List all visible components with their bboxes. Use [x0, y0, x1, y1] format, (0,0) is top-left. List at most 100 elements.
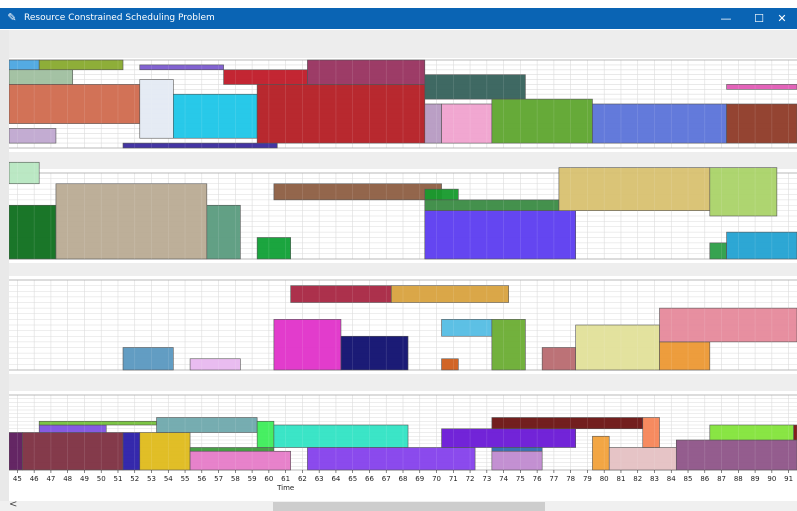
- task-bar: [189, 358, 241, 371]
- x-tick-label: 81: [616, 475, 625, 483]
- x-tick-label: 54: [164, 475, 173, 483]
- x-tick-label: 51: [114, 475, 123, 483]
- task-bar: [273, 183, 442, 201]
- x-tick-label: 62: [298, 475, 307, 483]
- task-bar: [592, 435, 610, 471]
- x-tick-label: 56: [197, 475, 206, 483]
- x-tick-label: 68: [399, 475, 408, 483]
- x-tick-label: 59: [248, 475, 257, 483]
- task-bar: [441, 103, 493, 144]
- task-bar: [139, 64, 224, 71]
- x-tick-label: 74: [499, 475, 508, 483]
- task-bar: [726, 103, 797, 144]
- task-bar: [491, 450, 543, 471]
- x-tick-label: 75: [516, 475, 525, 483]
- task-bar: [441, 358, 459, 371]
- feather-icon: ✎: [7, 11, 17, 24]
- panel-separator: [9, 374, 797, 391]
- task-bar: [340, 335, 409, 371]
- task-bar: [424, 199, 560, 211]
- x-tick-label: 71: [449, 475, 458, 483]
- x-tick-label: 88: [734, 475, 743, 483]
- task-bar: [659, 341, 711, 371]
- x-tick-label: 78: [566, 475, 575, 483]
- task-bar: [256, 420, 275, 448]
- task-bar: [173, 93, 258, 139]
- task-bar: [592, 103, 727, 144]
- x-tick-label: 63: [315, 475, 324, 483]
- x-tick-label: 73: [482, 475, 491, 483]
- minimize-button[interactable]: —: [711, 8, 741, 29]
- panel-separator: [9, 152, 797, 169]
- task-bar: [659, 307, 797, 343]
- gantt-chart: 45 46 47 48 49 50 51 52 53 54 55 56 57 58 59 60 61 62 63 64…: [8, 58, 797, 501]
- x-tick-label: 77: [549, 475, 558, 483]
- toolbar-area: [9, 30, 797, 58]
- window-title: Resource Constrained Scheduling Problem: [24, 13, 215, 23]
- x-tick-label: 72: [466, 475, 475, 483]
- task-bar: [726, 231, 797, 260]
- task-bar: [793, 424, 797, 441]
- x-tick-label: 48: [63, 475, 72, 483]
- task-bar: [8, 432, 23, 471]
- x-axis-label: Time: [276, 484, 294, 492]
- x-tick-label: 49: [80, 475, 89, 483]
- task-bar: [424, 74, 526, 100]
- title-bar: ✎ Resource Constrained Scheduling Proble…: [0, 8, 797, 29]
- scroll-left-icon[interactable]: <: [9, 499, 17, 510]
- task-bar: [441, 319, 493, 337]
- x-tick-label: 90: [767, 475, 776, 483]
- task-bar: [390, 285, 509, 303]
- task-bar: [122, 347, 174, 371]
- x-tick-label: 69: [415, 475, 424, 483]
- x-tick-label: 52: [130, 475, 139, 483]
- task-bar: [307, 59, 426, 85]
- x-tick-label: 76: [533, 475, 542, 483]
- task-bar: [491, 98, 593, 144]
- task-bar: [22, 432, 124, 471]
- task-bar: [273, 319, 342, 371]
- panel-separator: [9, 263, 797, 276]
- task-bar: [8, 84, 141, 124]
- x-tick-label: 65: [348, 475, 357, 483]
- close-button[interactable]: ✕: [767, 8, 797, 29]
- task-bar: [273, 424, 409, 448]
- x-tick-label: 64: [331, 475, 340, 483]
- horizontal-scrollbar[interactable]: <: [0, 499, 797, 511]
- x-tick-label: 61: [281, 475, 290, 483]
- task-bar: [575, 324, 660, 371]
- task-bar: [424, 103, 442, 144]
- task-bar: [8, 161, 40, 185]
- x-tick-label: 87: [717, 475, 726, 483]
- x-tick-label: 83: [650, 475, 659, 483]
- x-tick-label: 60: [264, 475, 273, 483]
- x-tick-label: 85: [684, 475, 693, 483]
- task-bar: [491, 417, 644, 430]
- task-bar: [122, 432, 141, 471]
- x-tick-label: 80: [600, 475, 609, 483]
- task-bar: [8, 69, 74, 85]
- task-bar: [424, 210, 576, 260]
- task-bar: [290, 285, 392, 303]
- task-bar: [675, 439, 797, 471]
- x-tick-label: 58: [231, 475, 240, 483]
- task-bar: [189, 447, 275, 452]
- task-bar: [8, 59, 40, 71]
- task-bar: [189, 450, 291, 471]
- x-tick-label: 86: [700, 475, 709, 483]
- x-tick-label: 91: [784, 475, 793, 483]
- task-bar: [441, 428, 576, 448]
- task-bar: [491, 447, 543, 452]
- x-tick-label: 84: [667, 475, 676, 483]
- x-tick-label: 57: [214, 475, 223, 483]
- task-bar: [38, 424, 107, 433]
- x-tick-label: 47: [46, 475, 55, 483]
- x-tick-label: 50: [97, 475, 106, 483]
- left-border: [0, 30, 9, 511]
- task-bar: [8, 128, 57, 144]
- scroll-thumb[interactable]: [273, 502, 545, 511]
- task-bar: [122, 142, 278, 149]
- task-bar: [223, 69, 308, 85]
- task-bar: [726, 84, 797, 90]
- task-bar: [38, 420, 157, 426]
